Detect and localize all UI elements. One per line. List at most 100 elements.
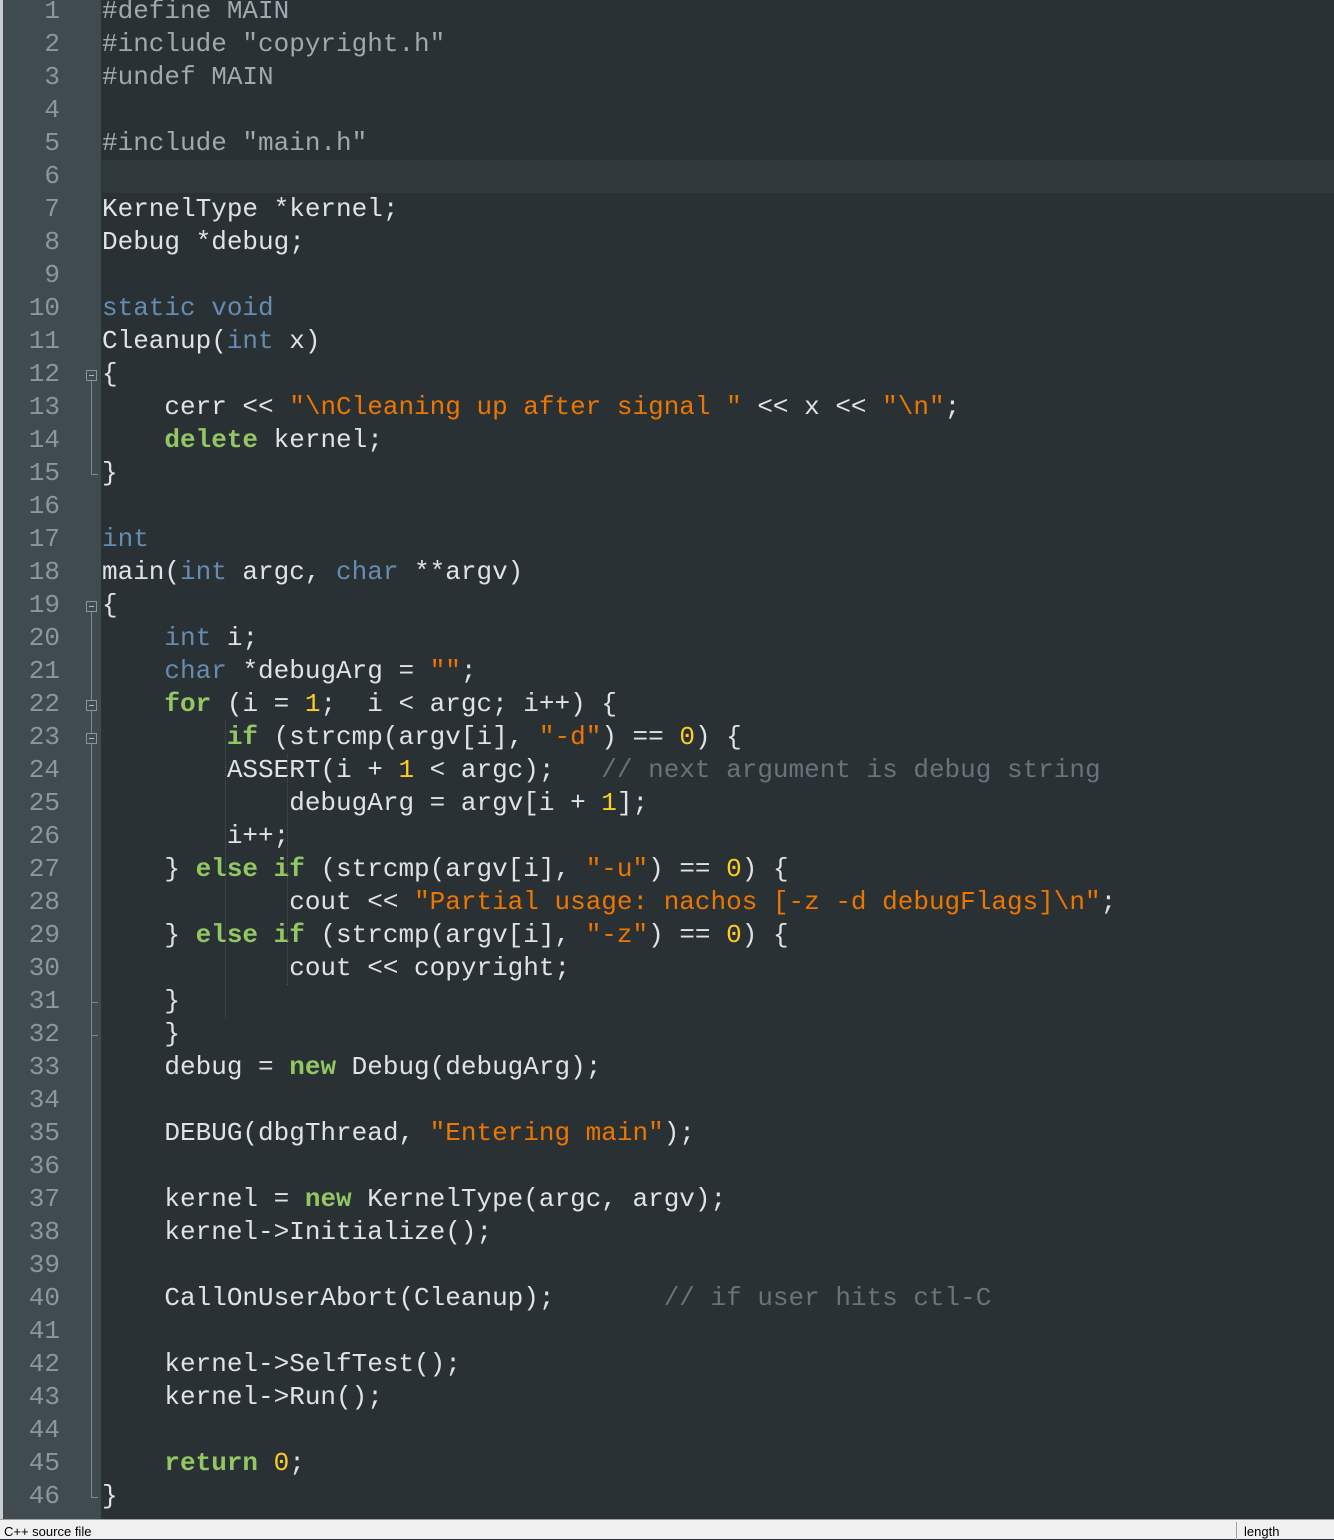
keyword-token: else if — [195, 854, 305, 884]
comment: // if user hits ctl-C — [663, 1283, 992, 1313]
code-line[interactable]: { — [102, 358, 1334, 391]
code-line[interactable]: delete kernel; — [102, 424, 1334, 457]
code-text: ) { — [741, 854, 789, 884]
fold-toggle-icon[interactable] — [86, 699, 97, 711]
code-text: ASSERT(i + — [102, 755, 399, 785]
code-line[interactable] — [102, 1249, 1334, 1282]
code-line[interactable] — [102, 160, 1334, 193]
line-number: 29 — [28, 920, 60, 950]
code-line[interactable]: { — [102, 589, 1334, 622]
code-text: } — [102, 1019, 181, 1049]
code-line[interactable]: kernel->Run(); — [102, 1381, 1334, 1414]
code-text: ) { — [741, 920, 789, 950]
line-number: 35 — [28, 1118, 60, 1148]
code-line[interactable]: cerr << "\nCleaning up after signal " <<… — [102, 391, 1334, 424]
code-text: ; — [289, 1448, 305, 1478]
code-line[interactable]: main(int argc, char **argv) — [102, 556, 1334, 589]
line-number: 44 — [28, 1415, 60, 1445]
code-text: kernel = — [102, 1184, 305, 1214]
code-text: { — [102, 359, 118, 389]
line-number: 12 — [28, 359, 60, 389]
code-text: KernelType(argc, argv); — [351, 1184, 727, 1214]
code-text: (strcmp(argv[i], — [304, 920, 586, 950]
line-number: 13 — [28, 392, 60, 422]
line-number: 11 — [28, 326, 60, 356]
fold-toggle-icon[interactable] — [86, 732, 97, 744]
code-line[interactable] — [102, 490, 1334, 523]
code-line[interactable]: } — [102, 457, 1334, 490]
code-text: Debug *debug; — [102, 227, 305, 257]
code-line[interactable]: Cleanup(int x) — [102, 325, 1334, 358]
fold-end-marker — [91, 473, 98, 475]
line-number: 23 — [28, 722, 60, 752]
code-text: ); — [663, 1118, 695, 1148]
code-line[interactable]: char *debugArg = ""; — [102, 655, 1334, 688]
number-literal: 1 — [398, 755, 415, 785]
comment: // next argument is debug string — [601, 755, 1101, 785]
line-number: 3 — [44, 62, 60, 92]
keyword-token: if — [226, 722, 259, 752]
code-line[interactable] — [102, 1084, 1334, 1117]
code-line[interactable]: #include "main.h" — [102, 127, 1334, 160]
line-number: 16 — [28, 491, 60, 521]
fold-margin[interactable] — [82, 0, 101, 1519]
code-line[interactable]: } — [102, 1480, 1334, 1513]
code-line[interactable] — [102, 1315, 1334, 1348]
code-line[interactable]: if (strcmp(argv[i], "-d") == 0) { — [102, 721, 1334, 754]
code-line[interactable]: CallOnUserAbort(Cleanup); // if user hit… — [102, 1282, 1334, 1315]
code-line[interactable]: #include "copyright.h" — [102, 28, 1334, 61]
code-line[interactable]: int — [102, 523, 1334, 556]
fold-toggle-icon[interactable] — [86, 369, 97, 381]
code-line[interactable]: debug = new Debug(debugArg); — [102, 1051, 1334, 1084]
code-line[interactable]: #undef MAIN — [102, 61, 1334, 94]
code-text: Cleanup( — [102, 326, 227, 356]
code-line[interactable]: kernel->SelfTest(); — [102, 1348, 1334, 1381]
code-line[interactable]: for (i = 1; i < argc; i++) { — [102, 688, 1334, 721]
line-number: 27 — [28, 854, 60, 884]
string-literal: "-z" — [585, 920, 649, 950]
number-literal: 0 — [726, 854, 742, 884]
code-line[interactable]: } — [102, 1018, 1334, 1051]
keyword-token: return — [164, 1448, 259, 1478]
line-number: 30 — [28, 953, 60, 983]
keyword-token: delete — [164, 425, 259, 455]
code-editor[interactable]: 1 2 3 4 5 6 7 8 9 10 11 12 13 14 15 16 17 18 19 20 21 22 23 24 2… — [0, 0, 1334, 1519]
line-number: 7 — [44, 194, 60, 224]
code-text: } — [102, 1481, 118, 1511]
fold-toggle-icon[interactable] — [86, 600, 97, 612]
code-text: kernel; — [258, 425, 383, 455]
code-line[interactable]: Debug *debug; — [102, 226, 1334, 259]
line-number: 36 — [28, 1151, 60, 1181]
code-line[interactable] — [102, 1150, 1334, 1183]
type-token: char — [164, 656, 227, 686]
line-number: 42 — [28, 1349, 60, 1379]
number-literal: 1 — [304, 689, 321, 719]
code-text: ) == — [648, 854, 727, 884]
fold-guide-line — [91, 379, 92, 474]
code-line[interactable]: int i; — [102, 622, 1334, 655]
code-line[interactable] — [102, 1414, 1334, 1447]
code-line[interactable]: static void — [102, 292, 1334, 325]
code-text: x) — [273, 326, 321, 356]
code-line[interactable]: KernelType *kernel; — [102, 193, 1334, 226]
line-number: 26 — [28, 821, 60, 851]
code-line[interactable] — [102, 259, 1334, 292]
code-line[interactable]: kernel->Initialize(); — [102, 1216, 1334, 1249]
code-line[interactable]: DEBUG(dbgThread, "Entering main"); — [102, 1117, 1334, 1150]
line-number: 1 — [44, 0, 60, 26]
code-text: cout << — [102, 887, 415, 917]
status-bar: C++ source file length — [0, 1519, 1334, 1540]
code-line[interactable]: } — [102, 985, 1334, 1018]
code-line[interactable] — [102, 94, 1334, 127]
code-text: { — [102, 590, 118, 620]
code-line[interactable]: #define MAIN — [102, 0, 1334, 28]
line-number: 21 — [28, 656, 60, 686]
code-text: kernel->Initialize(); — [102, 1217, 493, 1247]
code-line[interactable]: return 0; — [102, 1447, 1334, 1480]
code-line[interactable]: kernel = new KernelType(argc, argv); — [102, 1183, 1334, 1216]
line-number: 17 — [28, 524, 60, 554]
line-number: 46 — [28, 1481, 60, 1511]
keyword-token: new — [304, 1184, 352, 1214]
